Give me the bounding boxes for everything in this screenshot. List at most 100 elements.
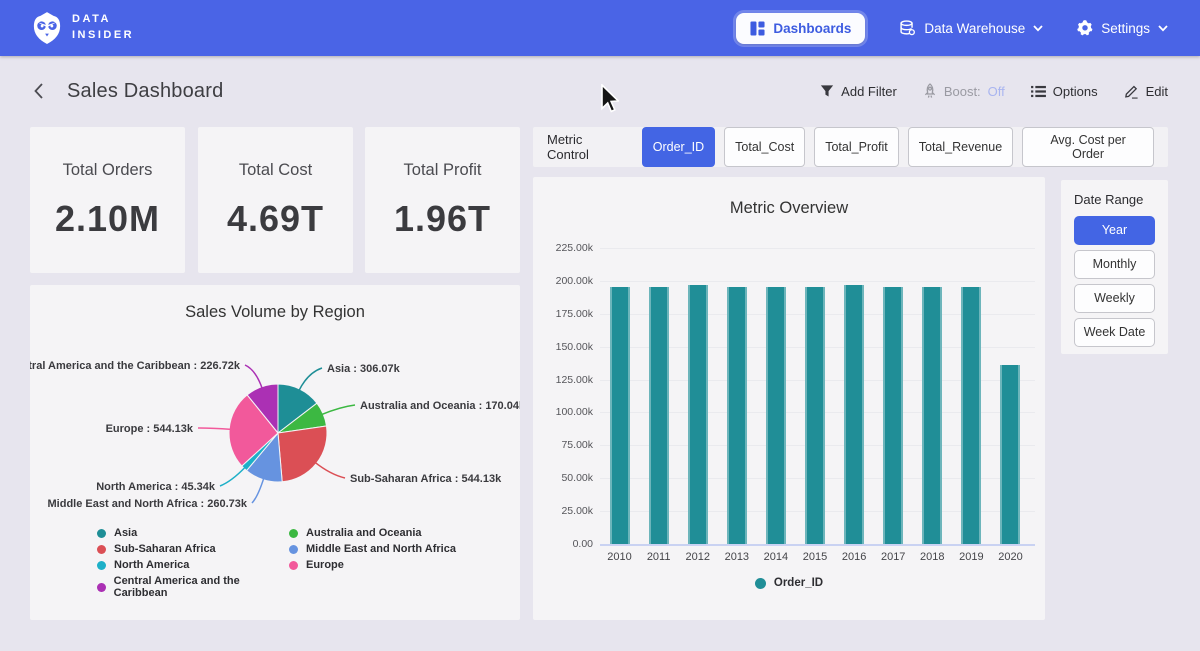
date-range-panel: Date Range Year Monthly Weekly Week Date [1061,180,1168,354]
pie-label: Australia and Oceania : 170.04k [360,400,520,412]
bar-2014[interactable] [766,287,786,544]
pie-legend-item: Central America and the Caribbean [97,575,289,599]
filter-icon [820,84,834,98]
y-axis-tick: 100.00k [533,406,593,418]
pie-label-line [198,428,231,429]
pie-legend-label: Middle East and North Africa [306,543,456,555]
kpi-value: 2.10M [55,198,160,240]
bar-slot [913,248,952,544]
date-range-option-weekly[interactable]: Weekly [1074,284,1155,313]
y-axis-tick: 50.00k [533,472,593,484]
legend-dot [97,545,106,554]
y-axis-tick: 200.00k [533,275,593,287]
metric-control-buttons: Order_IDTotal_CostTotal_ProfitTotal_Reve… [642,127,1154,167]
bar-2016[interactable] [844,285,864,544]
date-range-option-year[interactable]: Year [1074,216,1155,245]
options-label: Options [1053,84,1098,99]
edit-button[interactable]: Edit [1124,84,1168,99]
bar-2011[interactable] [649,287,669,544]
boost-value: Off [988,84,1005,99]
bar-slot [991,248,1030,544]
bar-slot [639,248,678,544]
add-filter-label: Add Filter [841,84,897,99]
nav-data-warehouse[interactable]: Data Warehouse [899,20,1043,37]
edit-label: Edit [1146,84,1168,99]
kpi-value: 4.69T [227,198,324,240]
pie-label-line [321,405,355,415]
bar-2015[interactable] [805,287,825,544]
list-options-icon [1031,85,1046,98]
bar-chart-plot[interactable]: 225.00k200.00k175.00k150.00k125.00k100.0… [533,177,1045,620]
metric-option-avg-cost-per-order[interactable]: Avg. Cost per Order [1022,127,1154,167]
date-range-option-week-date[interactable]: Week Date [1074,318,1155,347]
kpi-value: 1.96T [394,198,491,240]
pie-legend-item: Australia and Oceania [289,527,520,539]
nav-settings-label: Settings [1101,21,1150,36]
legend-dot [97,529,106,538]
y-axis-tick: 75.00k [533,439,593,451]
bar-2012[interactable] [688,285,708,544]
page-title: Sales Dashboard [67,80,223,103]
add-filter-button[interactable]: Add Filter [820,84,897,99]
y-axis-tick: 150.00k [533,341,593,353]
bar-chart-legend: Order_ID [533,577,1045,589]
x-axis-tick: 2015 [795,551,834,563]
owl-logo-icon [32,11,62,45]
bar-slot [717,248,756,544]
x-axis-tick: 2010 [600,551,639,563]
bar-chart-card: Metric Overview 225.00k200.00k175.00k150… [533,177,1045,620]
metric-option-total_profit[interactable]: Total_Profit [814,127,899,167]
pie-label: Europe : 544.13k [106,423,194,435]
boost-toggle[interactable]: Boost: Off [923,83,1005,99]
legend-dot [289,529,298,538]
boost-label: Boost: [944,84,981,99]
metric-option-total_cost[interactable]: Total_Cost [724,127,805,167]
pie-label: Central America and the Caribbean : 226.… [30,360,241,372]
pie-label: Middle East and North Africa : 260.73k [48,498,248,510]
y-axis-tick: 175.00k [533,308,593,320]
pie-legend-label: Asia [114,527,137,539]
bars-container [600,248,1030,544]
kpi-card-total-profit: Total Profit 1.96T [365,127,520,273]
bar-slot [756,248,795,544]
brand-logo[interactable]: DATA INSIDER [32,11,134,45]
nav-dashboards-button[interactable]: Dashboards [736,13,865,44]
pie-legend-item: Asia [97,527,289,539]
metric-option-order_id[interactable]: Order_ID [642,127,715,167]
chevron-down-icon [1033,25,1043,32]
legend-dot [97,583,106,592]
legend-dot [289,545,298,554]
pie-legend-item: Sub-Saharan Africa [97,543,289,555]
x-axis-tick: 2012 [678,551,717,563]
nav-data-warehouse-label: Data Warehouse [924,21,1025,36]
x-axis-tick: 2018 [913,551,952,563]
bar-2010[interactable] [610,287,630,544]
pie-chart[interactable]: Asia : 306.07k Australia and Oceania : 17… [30,333,520,523]
pie-label: Asia : 306.07k [327,363,401,375]
bar-2020[interactable] [1000,365,1020,544]
x-axis-tick: 2017 [874,551,913,563]
brand-line2: INSIDER [72,28,134,44]
pie-slice-sub-saharan-africa[interactable] [278,426,327,482]
bar-slot [600,248,639,544]
bar-2018[interactable] [922,287,942,544]
x-axis-tick: 2011 [639,551,678,563]
page-header: Sales Dashboard Add Filter Boost: Off [0,56,1200,126]
date-range-label: Date Range [1074,192,1155,207]
kpi-card-total-orders: Total Orders 2.10M [30,127,185,273]
back-button[interactable] [32,82,45,100]
options-button[interactable]: Options [1031,84,1098,99]
metric-option-total_revenue[interactable]: Total_Revenue [908,127,1013,167]
date-range-buttons: Year Monthly Weekly Week Date [1074,216,1155,347]
bar-2019[interactable] [961,287,981,544]
bar-slot [952,248,991,544]
date-range-option-monthly[interactable]: Monthly [1074,250,1155,279]
pie-legend-item: Middle East and North Africa [289,543,520,555]
bar-2017[interactable] [883,287,903,544]
bar-2013[interactable] [727,287,747,544]
pie-label-line [220,467,246,486]
y-axis-tick: 125.00k [533,374,593,386]
bar-slot [678,248,717,544]
nav-settings[interactable]: Settings [1077,20,1168,36]
pie-chart-title: Sales Volume by Region [30,285,520,333]
